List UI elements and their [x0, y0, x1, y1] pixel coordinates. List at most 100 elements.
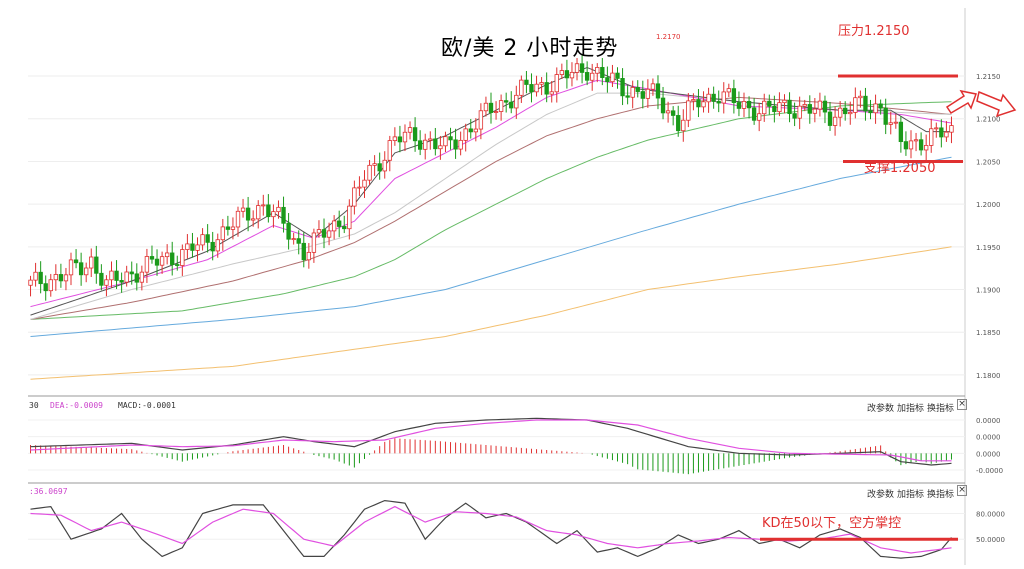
candle-body: [28, 279, 33, 286]
kd-add-indicator-button[interactable]: 加指标: [897, 487, 924, 500]
candle-body: [210, 241, 215, 252]
candle-body: [104, 279, 109, 286]
candle-body: [888, 122, 893, 125]
candle-body: [918, 139, 924, 151]
candle-body: [564, 70, 570, 79]
candle-body: [43, 283, 48, 292]
candle-body: [534, 83, 539, 93]
candle-body: [746, 100, 752, 109]
candle-body: [195, 244, 200, 251]
kd-tick-label: 50.0000: [976, 536, 1005, 544]
candle-body: [701, 101, 706, 108]
candle-body: [858, 95, 863, 99]
candle-body: [787, 99, 792, 115]
candle-body: [853, 97, 858, 113]
candle-body: [286, 222, 291, 240]
candle-body: [676, 115, 681, 132]
candle-body: [175, 264, 180, 266]
candle-body: [736, 102, 742, 109]
candle-body: [78, 262, 84, 276]
candle-body: [185, 243, 190, 250]
candle-body: [129, 271, 134, 275]
candle-body: [331, 220, 337, 232]
kd-switch-indicator-button[interactable]: 换指标: [927, 487, 954, 500]
candle-body: [154, 258, 160, 266]
macd-switch-indicator-button[interactable]: 换指标: [927, 401, 954, 414]
macd-tick-label: 0.0000: [976, 417, 1001, 425]
candle-body: [180, 249, 185, 266]
candle-body: [863, 95, 868, 112]
candle-body: [640, 91, 645, 99]
candle-body: [149, 256, 155, 260]
candle-body: [569, 71, 575, 79]
ma-line-brown: [30, 96, 952, 320]
candle-body: [832, 116, 838, 126]
candle-body: [772, 105, 777, 113]
candle-body: [898, 121, 904, 143]
candle-body: [590, 72, 595, 81]
candle-body: [33, 271, 38, 281]
candle-body: [625, 95, 630, 98]
candle-body: [245, 207, 251, 221]
candle-body: [635, 87, 640, 92]
candle-body: [574, 63, 580, 73]
candle-body: [468, 128, 473, 133]
candle-body: [377, 163, 382, 172]
price-tick-label: 1.2100: [976, 116, 1001, 124]
price-tick-label: 1.2150: [976, 73, 1001, 81]
candle-body: [48, 279, 53, 292]
candle-body: [807, 104, 812, 114]
price-tick-label: 1.1850: [976, 329, 1001, 337]
resistance-label: 压力1.2150: [838, 24, 910, 39]
candle-body: [63, 274, 69, 282]
candle-body: [837, 107, 843, 118]
kd-close-icon[interactable]: ×: [957, 485, 967, 496]
candle-body: [504, 100, 509, 103]
candle-body: [615, 72, 620, 79]
candle-body: [630, 87, 635, 98]
candle-body: [716, 101, 721, 104]
candle-body: [256, 205, 261, 220]
candle-body: [362, 179, 367, 188]
chart-svg: 1.2150 1.2100 1.2050 1.2000 1.1950 1.1900 1.18…: [28, 8, 1017, 565]
candle-body: [296, 238, 301, 244]
macd-add-indicator-button[interactable]: 加指标: [897, 401, 924, 414]
candle-body: [549, 91, 554, 95]
candle-body: [903, 141, 909, 150]
candle-body: [68, 259, 74, 276]
chart-stage: 1.2150 1.2100 1.2050 1.2000 1.1950 1.1900 1.18…: [0, 0, 1024, 565]
candle-body: [929, 128, 934, 146]
candle-body: [923, 145, 929, 151]
candle-body: [473, 128, 478, 133]
kd-tick-label: 80.0000: [976, 510, 1005, 518]
macd-close-icon[interactable]: ×: [957, 399, 967, 410]
candle-body: [751, 107, 757, 121]
candle-body: [893, 121, 898, 124]
candle-body: [266, 204, 271, 218]
candle-body: [670, 110, 676, 116]
candle-body: [134, 273, 139, 283]
macd-edit-params-button[interactable]: 改参数: [867, 401, 894, 414]
candle-body: [291, 238, 296, 241]
candle-body: [387, 140, 392, 161]
candle-body: [584, 72, 590, 81]
candle-body: [767, 100, 772, 107]
candle-body: [812, 108, 818, 114]
candle-body: [271, 211, 276, 218]
candle-body: [544, 82, 549, 95]
candle-body: [84, 267, 89, 276]
candle-body: [190, 243, 195, 251]
candle-body: [58, 274, 64, 282]
candle-body: [600, 67, 605, 78]
candle-body: [109, 270, 114, 281]
candle-body: [509, 101, 514, 109]
candle-body: [347, 205, 352, 230]
candle-body: [559, 70, 565, 75]
candle-body: [817, 100, 823, 110]
candle-body: [443, 136, 448, 147]
candle-body: [453, 139, 458, 150]
kd-edit-params-button[interactable]: 改参数: [867, 487, 894, 500]
candle-body: [417, 140, 423, 150]
candle-body: [731, 88, 737, 103]
candle-body: [367, 164, 372, 181]
